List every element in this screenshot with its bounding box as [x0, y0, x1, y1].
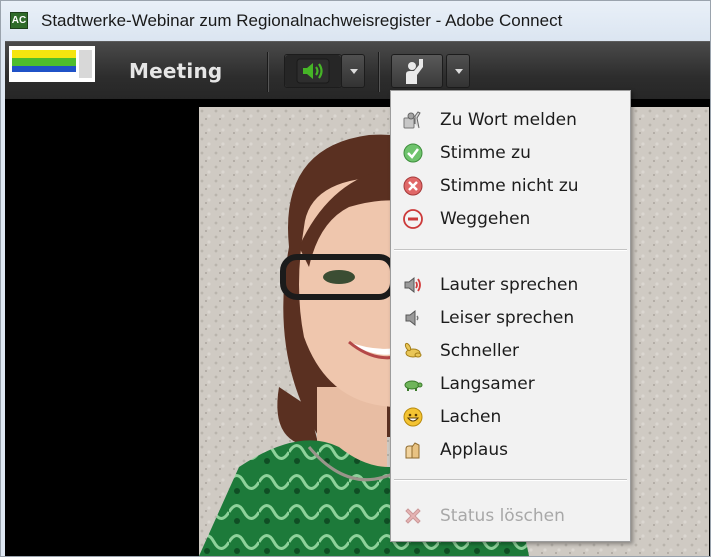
rabbit-icon	[404, 342, 422, 358]
raise-hand-icon	[406, 59, 423, 84]
logo-blue-stripe	[12, 66, 76, 72]
menu-item-weggehen[interactable]: Weggehen	[391, 203, 630, 233]
smiley-icon	[403, 407, 423, 427]
menu-item-label: Applaus	[440, 440, 508, 460]
toolbar-divider	[267, 52, 268, 92]
speaker-loud-icon	[404, 276, 421, 294]
logo-yellow-stripe	[12, 50, 76, 58]
title-bar: AC Stadtwerke-Webinar zum Regionalnachwe…	[1, 1, 710, 41]
raise-hand-icon	[403, 111, 421, 129]
menu-item-label: Stimme nicht zu	[440, 176, 579, 196]
menu-item-schneller[interactable]: Schneller	[391, 335, 630, 365]
menu-item-zu-wort-melden[interactable]: Zu Wort melden	[391, 104, 630, 134]
menu-item-label: Schneller	[440, 341, 520, 361]
app-window: AC Stadtwerke-Webinar zum Regionalnachwe…	[0, 0, 711, 557]
clear-status-icon	[405, 508, 421, 524]
menu-item-label: Weggehen	[440, 209, 531, 229]
menu-item-label: Zu Wort melden	[440, 110, 577, 130]
status-button[interactable]	[391, 54, 443, 88]
meeting-menu[interactable]: Meeting	[129, 59, 222, 83]
speaker-icon	[285, 55, 341, 87]
audio-button[interactable]	[284, 54, 342, 88]
logo-grey-block	[79, 50, 92, 78]
menu-item-stimme-zu[interactable]: Stimme zu	[391, 137, 630, 167]
toolbar-divider	[378, 52, 379, 92]
window-title: Stadtwerke-Webinar zum Regionalnachweisr…	[41, 11, 563, 30]
menu-item-label: Lachen	[440, 407, 502, 427]
menu-item-langsamer[interactable]: Langsamer	[391, 368, 630, 398]
turtle-icon	[404, 380, 423, 391]
menu-divider	[394, 479, 627, 481]
minus-circle-icon	[403, 209, 423, 229]
check-circle-icon	[403, 143, 423, 163]
menu-item-leiser-sprechen[interactable]: Leiser sprechen	[391, 302, 630, 332]
clapping-icon	[405, 442, 420, 459]
status-dropdown-button[interactable]	[446, 54, 470, 88]
menu-item-status-loeschen: Status löschen	[391, 500, 630, 530]
speaker-quiet-icon	[405, 309, 419, 327]
adobe-connect-icon: AC	[10, 12, 28, 29]
logo	[9, 46, 95, 82]
menu-item-label: Status löschen	[440, 506, 565, 526]
menu-divider	[394, 249, 627, 251]
menu-item-label: Stimme zu	[440, 143, 531, 163]
menu-item-lauter-sprechen[interactable]: Lauter sprechen	[391, 269, 630, 299]
menu-item-stimme-nicht-zu[interactable]: Stimme nicht zu	[391, 170, 630, 200]
x-circle-icon	[403, 176, 423, 196]
audio-dropdown-button[interactable]	[341, 54, 365, 88]
menu-item-applaus[interactable]: Applaus	[391, 434, 630, 464]
menu-item-label: Lauter sprechen	[440, 275, 579, 295]
menu-item-label: Langsamer	[440, 374, 535, 394]
logo-green-stripe	[12, 58, 76, 66]
status-dropdown-menu: Zu Wort melden Stimme zu Stimme nicht zu…	[390, 90, 631, 542]
menu-item-lachen[interactable]: Lachen	[391, 401, 630, 431]
menu-item-label: Leiser sprechen	[440, 308, 575, 328]
